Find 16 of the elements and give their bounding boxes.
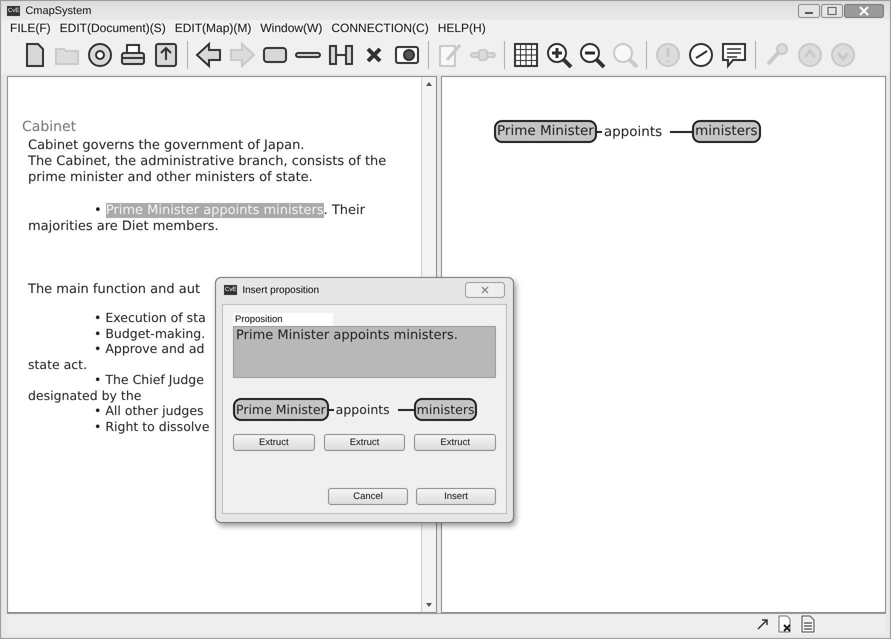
dialog-title: Insert proposition: [242, 284, 320, 296]
list-item-text: • Execution of sta: [93, 310, 206, 326]
list-item-text: • Right to dissolve: [93, 418, 210, 434]
bullet-text: • Prime Minister appoints ministers. Their majorities are Diet members.: [27, 203, 366, 235]
list-item-text: • Budget-making.: [93, 326, 206, 341]
list-item-text: designated by the: [28, 388, 142, 403]
list-item-text: • Approve and ad: [93, 341, 204, 356]
list-item-text: • The Chief Judge: [93, 372, 204, 388]
list-item-text: state act.: [28, 356, 88, 372]
window-title: CmapSystem: [25, 4, 92, 16]
paragraph-text: The Cabinet, the administrative branch, consists of the prime minister and other ministers of state.: [28, 154, 388, 186]
section-heading: Cabinet: [22, 119, 78, 135]
field-label: Proposition: [233, 313, 333, 326]
list-item-text: • All other judges: [93, 403, 204, 418]
paragraph-text: Cabinet governs the government of Japan.: [28, 138, 306, 154]
paragraph-text: The main function and aut: [27, 282, 200, 298]
